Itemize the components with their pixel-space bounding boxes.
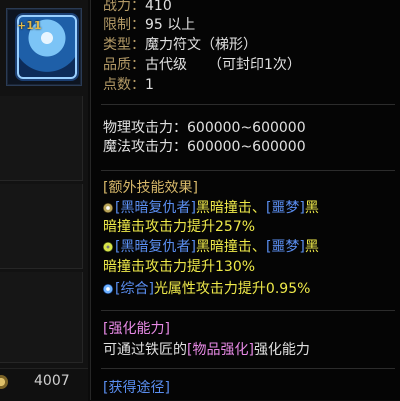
divider	[101, 170, 395, 171]
skill-effect-icon	[103, 242, 113, 252]
inventory-strip: +11 4007	[0, 0, 88, 401]
extra-skill-header: [额外技能效果]	[103, 180, 198, 196]
divider	[101, 310, 395, 311]
item-tooltip: 战力：410 限制：95 以上 类型：魔力符文（梯形） 品质：古代级 （可封印1…	[90, 0, 400, 400]
extra-skill-effect: [综合]光属性攻击力提升0.95%	[103, 281, 310, 298]
empty-slot[interactable]	[0, 272, 83, 363]
divider	[101, 368, 395, 369]
enhance-desc: 可通过铁匠的[物品强化]强化能力	[103, 342, 310, 358]
physical-attack: 物理攻击力：600000~600000	[103, 120, 306, 136]
enhance-badge: +11	[17, 19, 42, 32]
magic-attack: 魔法攻击力：600000~600000	[103, 139, 306, 155]
empty-slot[interactable]	[0, 184, 83, 269]
gold-coin-icon	[0, 375, 8, 389]
skill-effect-icon	[103, 203, 113, 213]
empty-slot[interactable]	[0, 96, 83, 181]
gold-amount: 4007	[34, 373, 70, 389]
stat-power: 战力：410	[103, 0, 172, 14]
extra-skill-effect: [黑暗复仇者]黑暗撞击、[噩梦]黑	[103, 200, 319, 217]
obtain-header: [获得途径]	[103, 380, 170, 396]
divider	[101, 104, 395, 105]
stat-points: 点数：1	[103, 77, 154, 93]
stat-level-limit: 限制：95 以上	[103, 17, 196, 33]
extra-skill-effect: [黑暗复仇者]黑暗撞击、[噩梦]黑	[103, 239, 319, 256]
enhance-header: [强化能力]	[103, 321, 170, 337]
light-element-icon	[103, 284, 113, 294]
stat-quality: 品质：古代级 （可封印1次）	[103, 57, 301, 73]
rune-item-slot[interactable]: +11	[6, 8, 82, 86]
stat-type: 类型：魔力符文（梯形）	[103, 37, 257, 53]
gold-bar: 4007	[0, 368, 88, 401]
extra-skill-effect-cont: 暗撞击攻击力提升257%	[103, 219, 256, 235]
extra-skill-effect-cont: 暗撞击攻击力提升130%	[103, 259, 256, 275]
